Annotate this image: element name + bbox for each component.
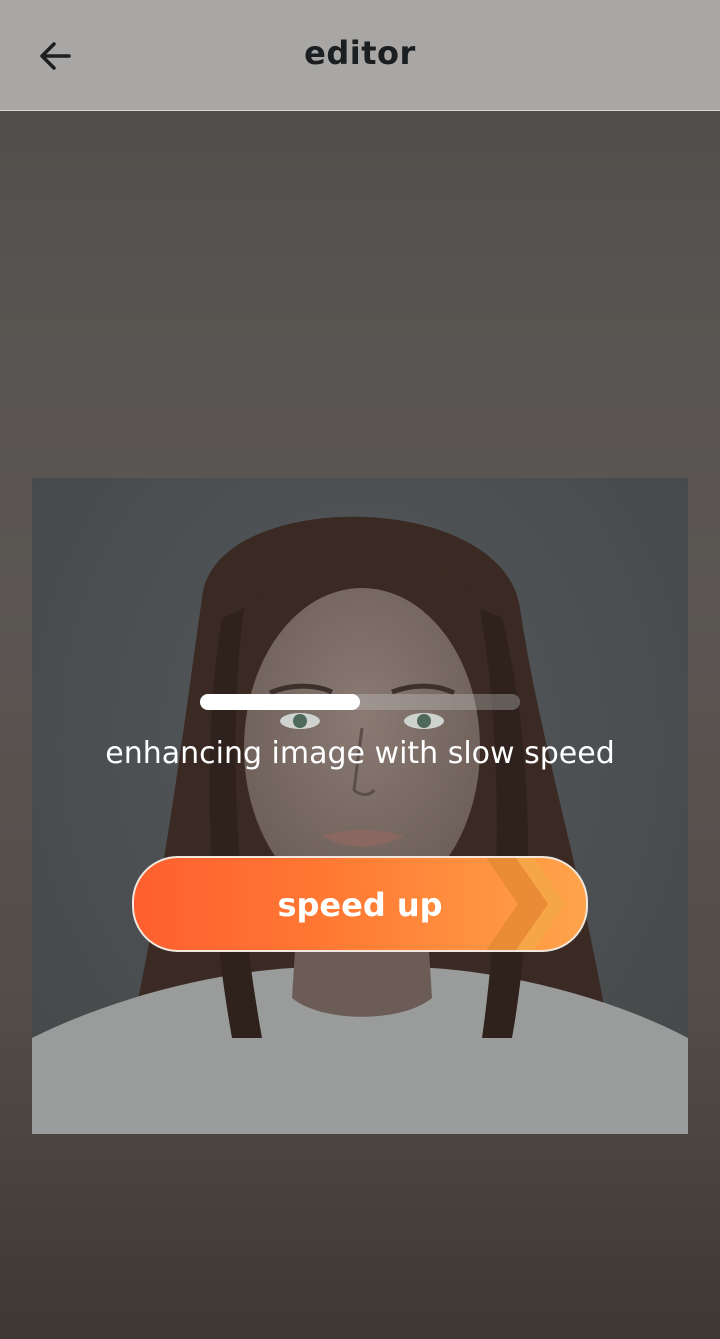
progress-fill	[200, 694, 360, 710]
top-app-bar: editor	[0, 0, 720, 111]
page-title: editor	[304, 34, 416, 72]
enhance-progress-bar	[200, 694, 520, 710]
double-chevron-right-icon	[486, 858, 566, 950]
status-message: enhancing image with slow speed	[105, 736, 615, 771]
speed-up-button[interactable]: speed up	[132, 856, 588, 952]
portrait-photo	[32, 478, 688, 1134]
